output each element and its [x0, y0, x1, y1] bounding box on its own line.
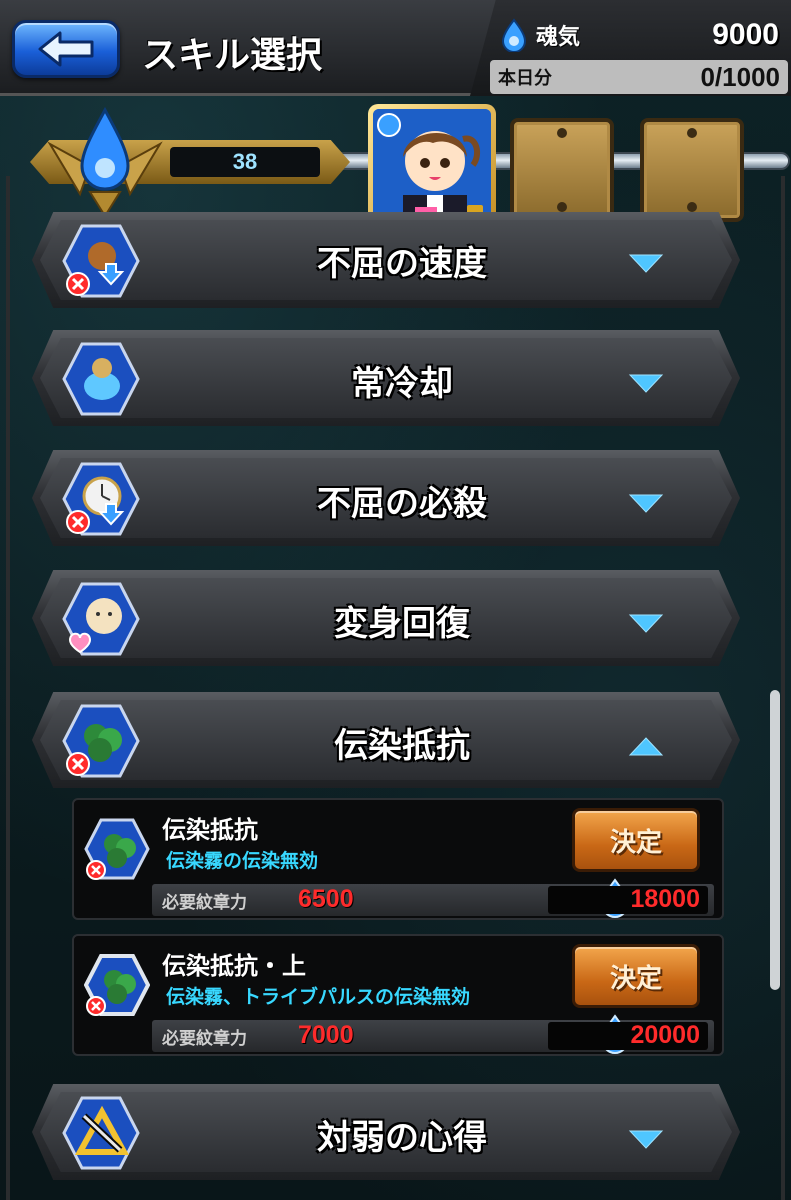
skill-option-card: 伝染抵抗・上 伝染霧、トライブパルスの伝染無効 決定 必要紋章力 7000 20…	[72, 934, 724, 1056]
back-arrow-icon	[38, 31, 94, 67]
page-title: スキル選択	[142, 35, 323, 76]
skill-name: 伝染抵抗	[334, 726, 470, 766]
decide-button[interactable]: 決定	[572, 944, 700, 1008]
today-label: 本日分	[498, 68, 552, 89]
requirement-label: 必要紋章力	[162, 1029, 247, 1049]
cost-box: 20000	[548, 1021, 708, 1050]
skill-name: 対弱の心得	[317, 1118, 487, 1158]
requirement-value: 6500	[298, 885, 354, 913]
skill-name: 不屈の速度	[317, 244, 487, 284]
chevron-down-icon	[628, 374, 664, 393]
requirement-value: 7000	[298, 1021, 354, 1049]
infection-mist-icon	[62, 704, 140, 778]
option-description: 伝染霧の伝染無効	[166, 850, 319, 872]
chevron-down-icon	[628, 254, 664, 273]
timer-down-icon	[62, 462, 140, 536]
rank-value: 38	[232, 149, 258, 174]
infection-mist-icon	[84, 818, 150, 880]
requirement-label: 必要紋章力	[162, 893, 247, 913]
chevron-up-icon	[628, 737, 664, 756]
skill-name: 常冷却	[351, 364, 453, 404]
rank-display: 38	[170, 147, 320, 177]
speed-down-icon	[62, 224, 140, 298]
decide-button[interactable]: 決定	[572, 808, 700, 872]
cost-box: 18000	[548, 885, 708, 914]
requirement-bar: 必要紋章力 6500 18000	[152, 878, 714, 918]
screw-icon	[687, 128, 697, 138]
chevron-down-icon	[628, 494, 664, 513]
soul-currency: 魂気 9000	[500, 10, 785, 60]
scrollbar[interactable]	[770, 690, 780, 990]
recovery-heart-icon	[62, 582, 140, 656]
today-value: 0/1000	[700, 61, 780, 92]
header: スキル選択 魂気 9000 本日分 0/1000	[0, 0, 791, 100]
option-name: 伝染抵抗・上	[162, 952, 306, 980]
requirement-bar: 必要紋章力 7000 20000	[152, 1014, 714, 1054]
option-name: 伝染抵抗	[162, 816, 258, 844]
chevron-down-icon	[628, 1130, 664, 1149]
soul-flame-icon	[501, 18, 527, 52]
skill-option-card: 伝染抵抗 伝染霧の伝染無効 決定 必要紋章力 6500 18000	[72, 798, 724, 920]
screw-icon	[557, 128, 567, 138]
cooling-icon	[62, 342, 140, 416]
back-button[interactable]	[12, 20, 120, 78]
anti-weak-icon	[62, 1096, 140, 1170]
today-limit: 本日分 0/1000	[490, 60, 788, 94]
skill-name: 不屈の必殺	[317, 484, 487, 524]
soul-label: 魂気	[536, 25, 581, 50]
cost-value: 20000	[630, 1021, 700, 1049]
chevron-down-icon	[628, 614, 664, 633]
cost-value: 18000	[630, 885, 700, 913]
soul-value: 9000	[712, 18, 779, 51]
skill-name: 変身回復	[334, 604, 470, 644]
option-description: 伝染霧、トライブパルスの伝染無効	[166, 986, 471, 1008]
infection-mist-icon	[84, 954, 150, 1016]
